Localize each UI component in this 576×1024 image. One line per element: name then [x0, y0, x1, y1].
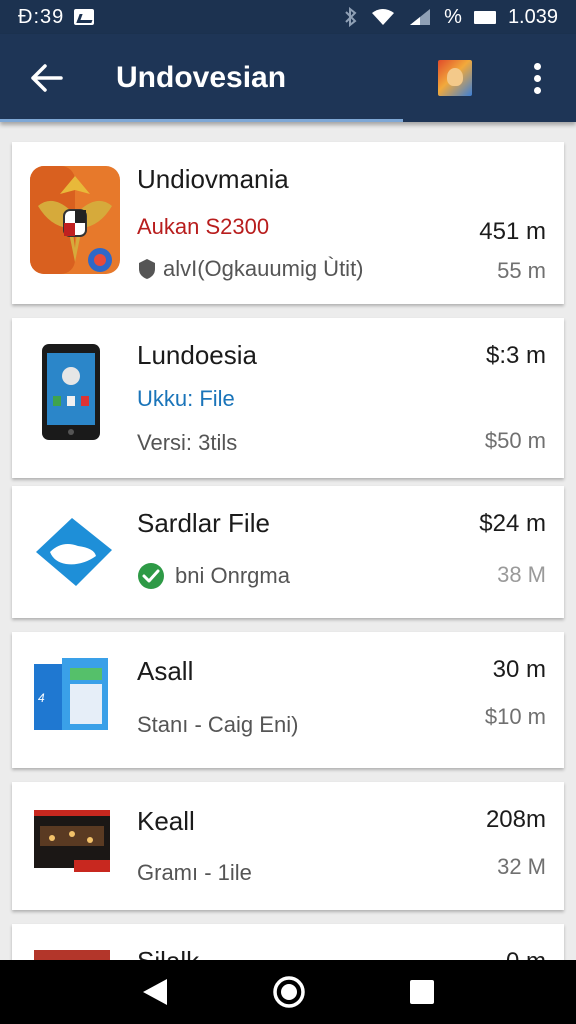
- load-progress-bar: [0, 119, 404, 122]
- item-version: Versi: 3tils: [137, 430, 238, 455]
- tablet-icon: [42, 344, 100, 445]
- item-size: $24 m: [479, 510, 546, 537]
- item-size: 30 m: [492, 656, 546, 683]
- status-bar: Đ:39 % 1.039: [0, 0, 576, 34]
- shield-icon: [139, 259, 155, 279]
- status-clock-right: 1.039: [507, 5, 558, 28]
- item-meta-text: alvI(Ogkauumig Ùtit): [163, 256, 364, 281]
- triangle-back-icon[interactable]: [141, 977, 169, 1007]
- square-icon[interactable]: [409, 979, 435, 1005]
- calendar-app-icon: 4: [34, 658, 112, 739]
- check-circle-icon: [138, 563, 164, 589]
- garuda-emblem-icon: [30, 166, 120, 279]
- list-item[interactable]: Lundoesia Ukku: File Versi: 3tils $:3 m …: [12, 318, 564, 478]
- item-name: Asall: [137, 656, 194, 686]
- item-type: Ukku: File: [137, 386, 235, 411]
- item-status: bni Onrgma: [137, 562, 290, 590]
- folder-cloud-icon: [32, 514, 116, 595]
- profile-thumbnail[interactable]: [438, 60, 472, 96]
- list-item[interactable]: 4 Asall Stanı - Caig Eni) 30 m $10 m: [12, 632, 564, 768]
- item-meta: alvI(Ogkauumig Ùtit): [137, 256, 364, 282]
- list-item[interactable]: Undiovmania Aukan S2300 alvI(Ogkauumig Ù…: [12, 142, 564, 304]
- item-size: $:3 m: [485, 342, 546, 369]
- item-time: $50 m: [484, 428, 546, 453]
- item-name: Sardlar File: [137, 508, 270, 538]
- more-vert-icon[interactable]: [512, 62, 562, 94]
- page-title: Undovesian: [116, 61, 287, 94]
- item-status-text: bni Onrgma: [175, 563, 290, 588]
- item-size: 208m: [485, 806, 546, 833]
- bluetooth-icon: [345, 7, 357, 27]
- item-status: Stanı - Caig Eni): [137, 712, 299, 737]
- status-time: Đ:39: [18, 5, 65, 28]
- item-time: 32 M: [497, 854, 546, 879]
- list-item[interactable]: Keall Gramı - 1ile 208m 32 M: [12, 782, 564, 910]
- video-thumbnail-icon: [34, 810, 110, 877]
- arrow-left-icon: [31, 64, 63, 92]
- svg-text:4: 4: [38, 691, 45, 705]
- system-nav-bar: [0, 960, 576, 1024]
- home-circle-icon[interactable]: [272, 975, 306, 1009]
- item-price: Aukan S2300: [137, 214, 270, 239]
- item-size: 451 m: [479, 218, 546, 245]
- item-name: Keall: [137, 806, 195, 836]
- back-button[interactable]: [0, 34, 92, 122]
- battery-percent: %: [444, 5, 462, 28]
- item-name: Lundoesia: [137, 340, 257, 370]
- app-bar: Undovesian: [0, 34, 576, 122]
- signal-icon: [410, 9, 431, 25]
- notification-icon: [74, 9, 95, 25]
- battery-icon: [473, 10, 496, 24]
- status-right: % 1.039: [344, 6, 558, 29]
- item-time: 38 M: [497, 562, 546, 587]
- item-status: Gramı - 1ile: [137, 860, 252, 885]
- item-name: Undiovmania: [137, 164, 289, 194]
- wifi-icon: [372, 9, 395, 25]
- list-item[interactable]: Sardlar File bni Onrgma $24 m 38 M: [12, 486, 564, 618]
- item-time: 55 m: [497, 258, 546, 283]
- item-time: $10 m: [484, 704, 546, 729]
